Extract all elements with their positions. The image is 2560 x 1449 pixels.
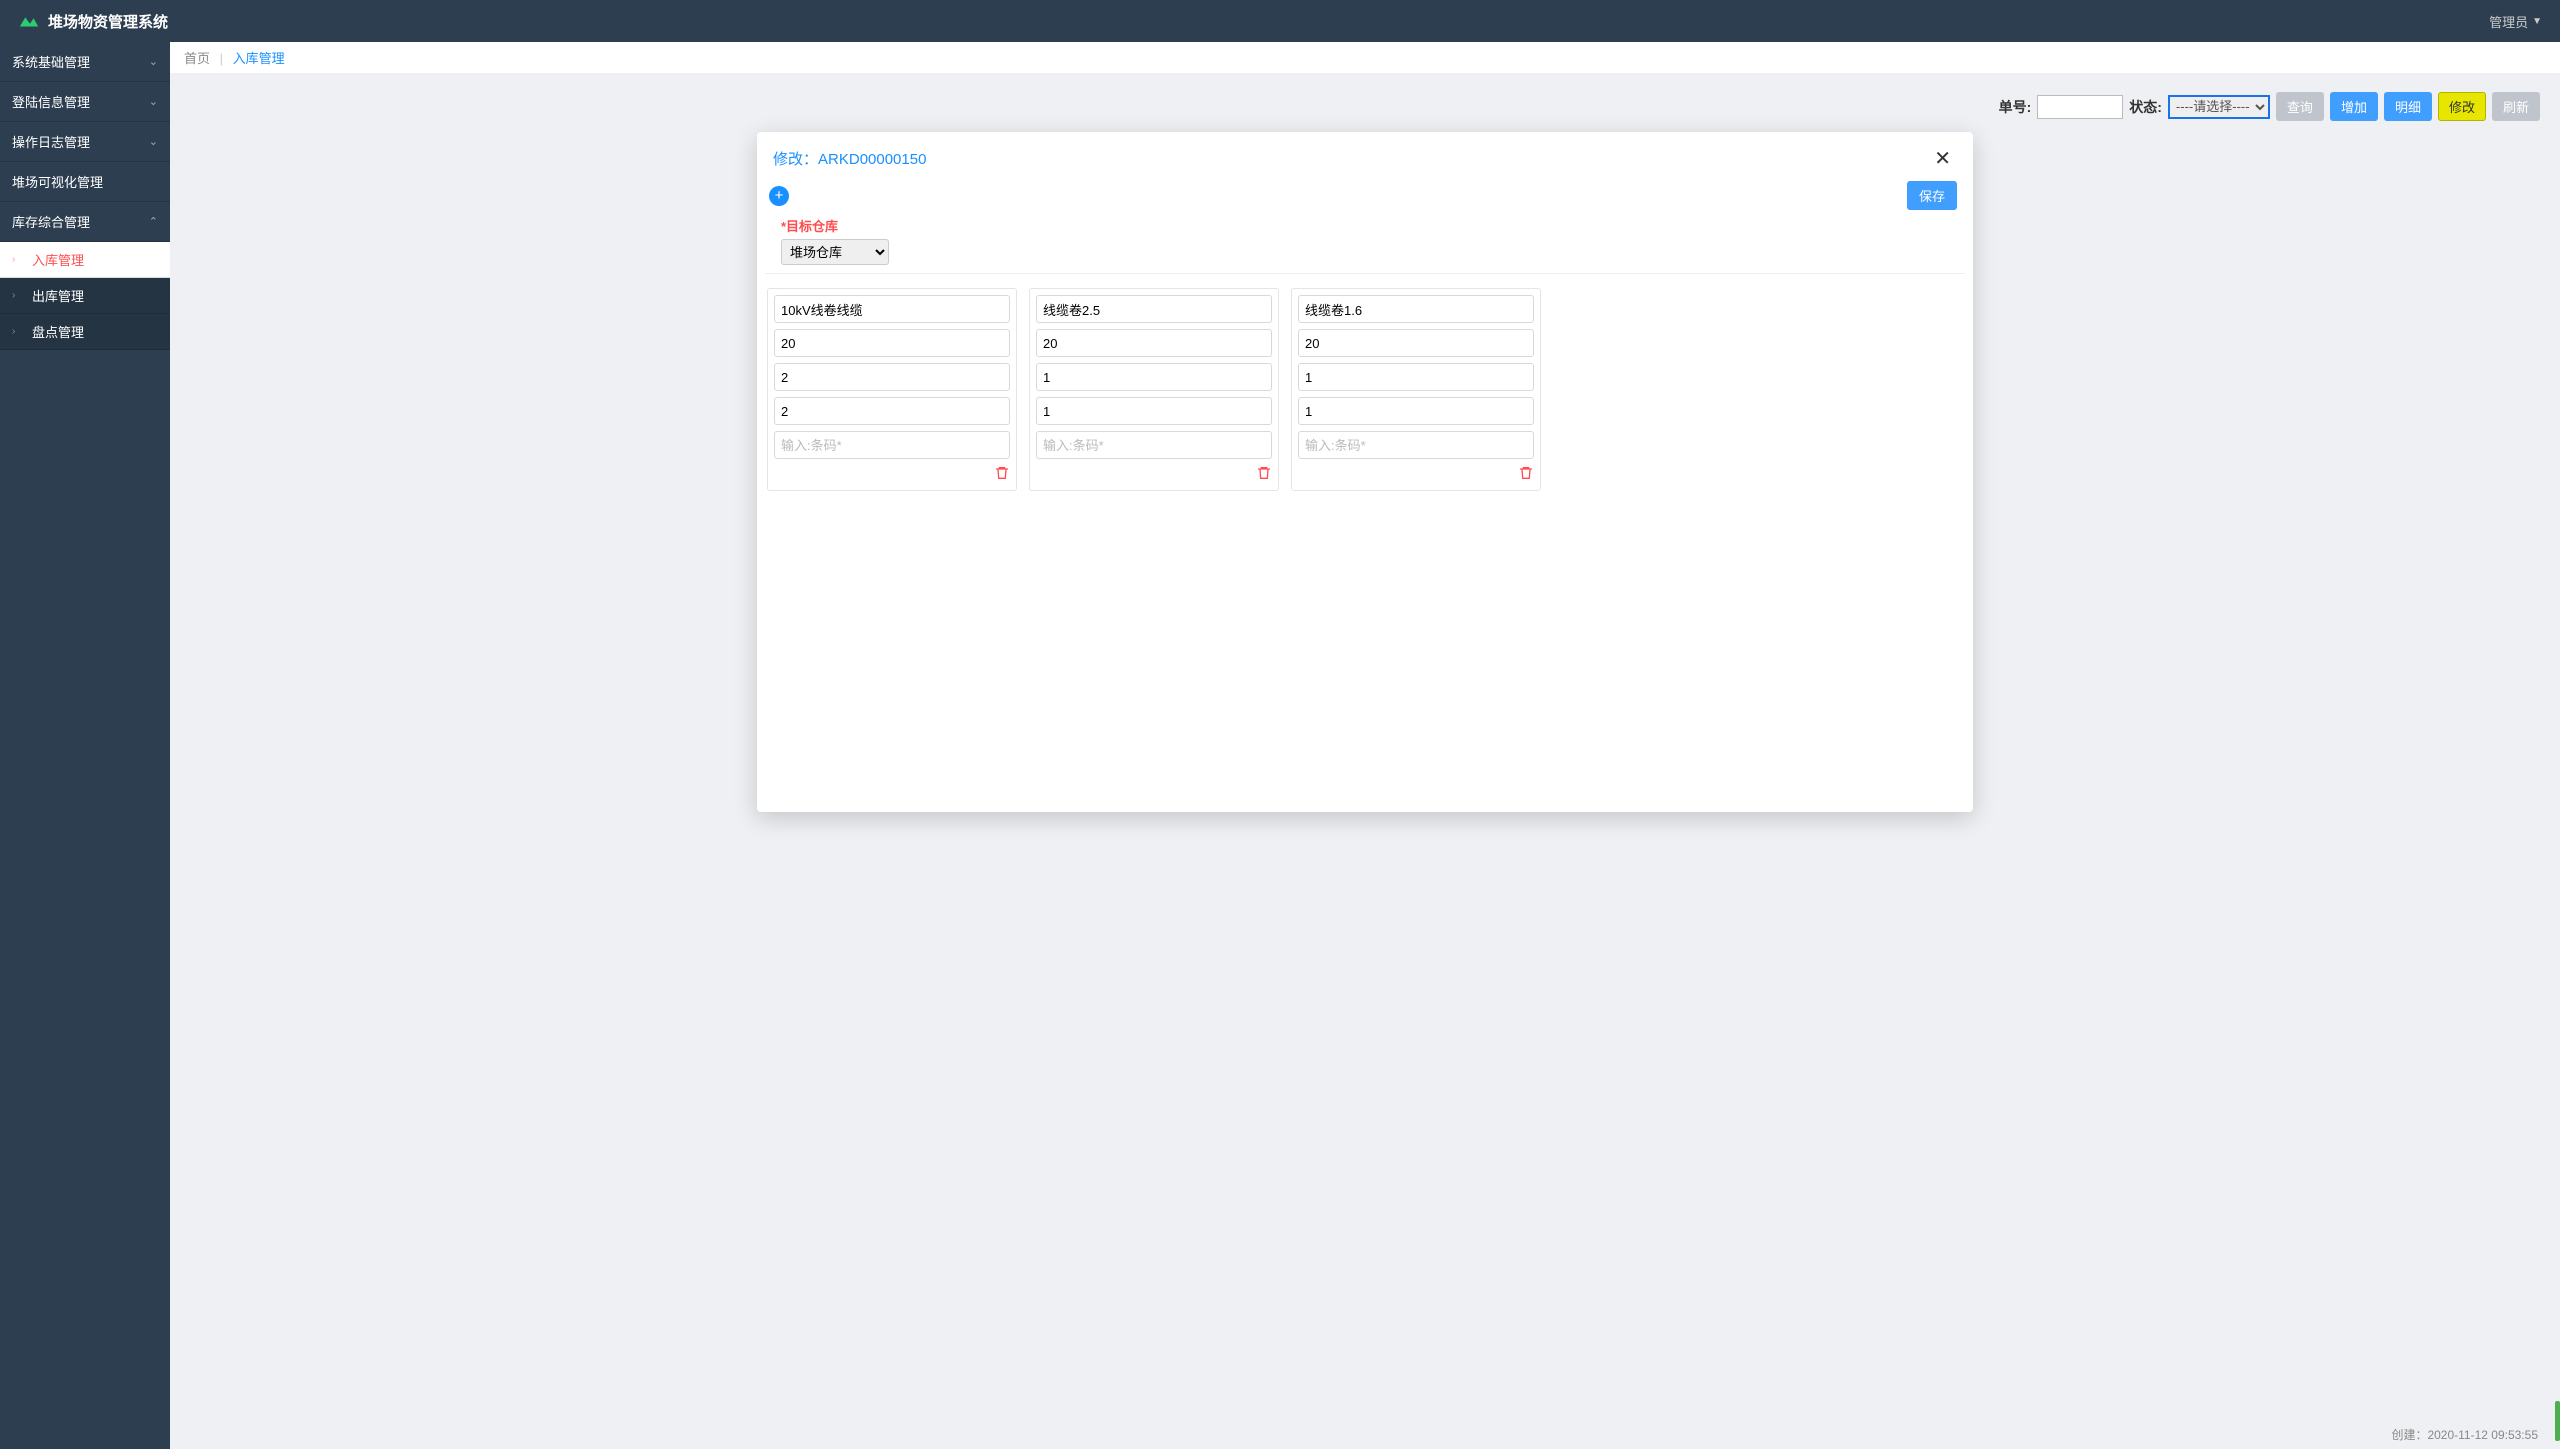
- sidebar: 系统基础管理 ⌄ 登陆信息管理 ⌄ 操作日志管理 ⌄ 堆场可视化管理 库存综合管…: [0, 42, 170, 1449]
- add-item-button[interactable]: +: [769, 186, 789, 206]
- logo-icon: [18, 13, 40, 29]
- item-card: [1029, 288, 1279, 491]
- menu-label: 操作日志管理: [12, 132, 90, 151]
- item-f3-input[interactable]: [1298, 363, 1534, 391]
- app-title: 堆场物资管理系统: [48, 11, 168, 32]
- menu-op-log[interactable]: 操作日志管理 ⌄: [0, 122, 170, 162]
- trash-icon[interactable]: [1256, 465, 1272, 484]
- item-f2-input[interactable]: [774, 329, 1010, 357]
- item-f3-input[interactable]: [1036, 363, 1272, 391]
- modal-toolbar: + 保存: [757, 181, 1973, 216]
- item-name-input[interactable]: [1036, 295, 1272, 323]
- chevron-up-icon: ⌃: [149, 215, 158, 228]
- brand: 堆场物资管理系统: [18, 11, 168, 32]
- chevron-right-icon: ›: [12, 254, 22, 265]
- modal-header: 修改：ARKD00000150 ✕: [757, 132, 1973, 181]
- chevron-down-icon: ⌄: [149, 135, 158, 148]
- target-row: *目标仓库 堆场仓库: [757, 216, 1973, 273]
- submenu-stock: › 入库管理 › 出库管理 › 盘点管理: [0, 242, 170, 350]
- sidebar-item-stocktake[interactable]: › 盘点管理: [0, 314, 170, 350]
- menu-stock-mgmt[interactable]: 库存综合管理 ⌃: [0, 202, 170, 242]
- item-card: [1291, 288, 1541, 491]
- chevron-right-icon: ›: [12, 290, 22, 301]
- breadcrumb-current[interactable]: 入库管理: [233, 51, 285, 66]
- menu-label: 堆场可视化管理: [12, 172, 103, 191]
- scroll-indicator[interactable]: [2555, 1401, 2560, 1441]
- submenu-label: 盘点管理: [32, 322, 84, 341]
- item-f2-input[interactable]: [1036, 329, 1272, 357]
- caret-down-icon: ▼: [2532, 16, 2542, 27]
- item-barcode-input[interactable]: [1298, 431, 1534, 459]
- menu-label: 登陆信息管理: [12, 92, 90, 111]
- menu-label: 系统基础管理: [12, 52, 90, 71]
- item-f4-input[interactable]: [1298, 397, 1534, 425]
- modal-title: 修改：ARKD00000150: [773, 148, 926, 169]
- menu-login-info[interactable]: 登陆信息管理 ⌄: [0, 82, 170, 122]
- user-name: 管理员: [2489, 12, 2528, 31]
- item-barcode-input[interactable]: [1036, 431, 1272, 459]
- breadcrumb: 首页 | 入库管理: [170, 42, 2560, 74]
- content-area: 单号: 状态: ----请选择---- 查询 增加 明细 修改 刷新 创建：20…: [170, 74, 2560, 1449]
- item-name-input[interactable]: [1298, 295, 1534, 323]
- breadcrumb-sep: |: [220, 51, 223, 66]
- edit-modal: 修改：ARKD00000150 ✕ + 保存 *目标仓库 堆场仓库: [757, 132, 1973, 812]
- trash-icon[interactable]: [1518, 465, 1534, 484]
- chevron-down-icon: ⌄: [149, 95, 158, 108]
- item-grid: [757, 274, 1973, 505]
- submenu-label: 入库管理: [32, 250, 84, 269]
- item-name-input[interactable]: [774, 295, 1010, 323]
- sidebar-item-inbound[interactable]: › 入库管理: [0, 242, 170, 278]
- topbar: 堆场物资管理系统 管理员 ▼: [0, 0, 2560, 42]
- trash-icon[interactable]: [994, 465, 1010, 484]
- item-f4-input[interactable]: [774, 397, 1010, 425]
- main: 首页 | 入库管理 单号: 状态: ----请选择---- 查询 增加 明细 修…: [170, 42, 2560, 1449]
- item-card: [767, 288, 1017, 491]
- submenu-label: 出库管理: [32, 286, 84, 305]
- breadcrumb-home[interactable]: 首页: [184, 51, 210, 66]
- sidebar-item-outbound[interactable]: › 出库管理: [0, 278, 170, 314]
- item-f3-input[interactable]: [774, 363, 1010, 391]
- item-barcode-input[interactable]: [774, 431, 1010, 459]
- target-label: *目标仓库: [781, 216, 1957, 235]
- menu-label: 库存综合管理: [12, 212, 90, 231]
- save-button[interactable]: 保存: [1907, 181, 1957, 210]
- chevron-down-icon: ⌄: [149, 55, 158, 68]
- item-f2-input[interactable]: [1298, 329, 1534, 357]
- menu-system-base[interactable]: 系统基础管理 ⌄: [0, 42, 170, 82]
- chevron-right-icon: ›: [12, 326, 22, 337]
- user-menu[interactable]: 管理员 ▼: [2489, 12, 2542, 31]
- menu-yard-visual[interactable]: 堆场可视化管理: [0, 162, 170, 202]
- modal-mask: 修改：ARKD00000150 ✕ + 保存 *目标仓库 堆场仓库: [170, 74, 2560, 1449]
- close-icon[interactable]: ✕: [1928, 144, 1957, 173]
- item-f4-input[interactable]: [1036, 397, 1272, 425]
- target-warehouse-select[interactable]: 堆场仓库: [781, 239, 889, 265]
